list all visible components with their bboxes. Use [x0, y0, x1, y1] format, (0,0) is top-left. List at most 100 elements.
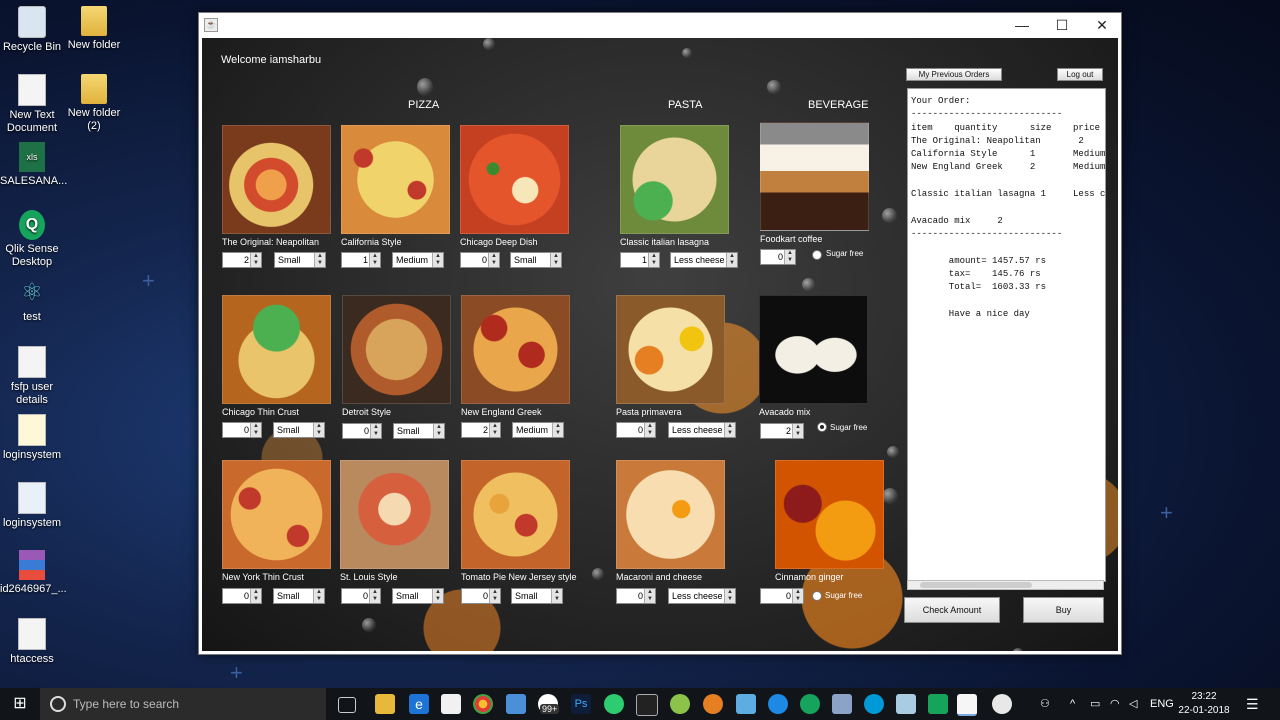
maximize-button[interactable]: ☐ [1042, 13, 1082, 37]
volume-icon[interactable]: ◁ [1129, 688, 1137, 720]
quantity-spinner[interactable]: 0 ▲ ▼ [760, 588, 804, 604]
desktop-icon-fsfp-user-details[interactable]: fsfp user details [0, 346, 64, 407]
desktop-icon-recycle-bin[interactable]: Recycle Bin [0, 6, 64, 54]
size-select[interactable]: Medium ▲ ▼ [392, 252, 444, 268]
order-summary-horizontal-scrollbar[interactable] [907, 580, 1104, 590]
spinner-arrows-icon[interactable]: ▲ ▼ [313, 423, 324, 437]
close-button[interactable]: ✕ [1082, 13, 1122, 37]
spinner-arrows-icon[interactable]: ▲ ▼ [369, 253, 380, 267]
spinner-arrows-icon[interactable]: ▲ ▼ [648, 253, 659, 267]
spinner-arrows-icon[interactable]: ▲ ▼ [250, 253, 261, 267]
spinner-arrows-icon[interactable]: ▲ ▼ [432, 589, 443, 603]
spinner-arrows-icon[interactable]: ▲ ▼ [488, 253, 499, 267]
desktop-icon-test[interactable]: ⚛ test [0, 278, 64, 324]
quantity-spinner[interactable]: 0 ▲ ▼ [341, 588, 381, 604]
buy-button[interactable]: Buy [1023, 597, 1104, 623]
spinner-arrows-icon[interactable]: ▲ ▼ [644, 589, 655, 603]
atom-editor-icon[interactable] [604, 694, 624, 714]
app-icon[interactable] [864, 694, 884, 714]
sugar-free-radio[interactable] [812, 250, 822, 260]
paint-icon[interactable] [992, 694, 1012, 714]
spinner-arrows-icon[interactable]: ▲ ▼ [369, 589, 380, 603]
order-summary-textarea[interactable]: Your Order: ----------------------------… [907, 88, 1106, 582]
virtualbox-icon[interactable] [506, 694, 526, 714]
spinner-arrows-icon[interactable]: ▲ ▼ [792, 589, 803, 603]
system-clock[interactable]: 23:22 22-01-2018 [1172, 690, 1236, 718]
quantity-spinner[interactable]: 0 ▲ ▼ [222, 422, 262, 438]
size-select[interactable]: Small ▲ ▼ [510, 252, 562, 268]
task-view-icon[interactable] [338, 697, 356, 713]
battery-icon[interactable]: ▭ [1090, 688, 1100, 720]
spinner-arrows-icon[interactable]: ▲ ▼ [784, 250, 795, 264]
logout-button[interactable]: Log out [1057, 68, 1103, 81]
minimize-button[interactable]: — [1002, 13, 1042, 37]
scrollbar-thumb[interactable] [920, 582, 1032, 588]
spinner-arrows-icon[interactable]: ▲ ▼ [370, 424, 381, 438]
edge-browser-icon[interactable]: e [409, 694, 429, 714]
size-select[interactable]: Medium ▲ ▼ [512, 422, 564, 438]
sync-icon[interactable] [768, 694, 788, 714]
spinner-arrows-icon[interactable]: ▲ ▼ [644, 423, 655, 437]
spinner-arrows-icon[interactable]: ▲ ▼ [250, 589, 261, 603]
desktop-icon-new-text-document[interactable]: New Text Document [0, 74, 64, 135]
app-window-icon[interactable] [832, 694, 852, 714]
desktop-icon-salesana[interactable]: xls SALESANA... [0, 142, 67, 188]
quantity-spinner[interactable]: 0 ▲ ▼ [760, 249, 796, 265]
chevron-up-icon[interactable]: ^ [1070, 688, 1075, 720]
app-icon[interactable] [896, 694, 916, 714]
sugar-free-radio[interactable] [812, 591, 822, 601]
desktop-icon-new-folder-2[interactable]: New folder (2) [62, 74, 126, 133]
spinner-arrows-icon[interactable]: ▲ ▼ [550, 253, 561, 267]
eclipse-icon[interactable] [703, 694, 723, 714]
size-select[interactable]: Small ▲ ▼ [392, 588, 444, 604]
cheese-option-select[interactable]: Less cheese ▲ ▼ [668, 588, 736, 604]
spinner-arrows-icon[interactable]: ▲ ▼ [313, 589, 324, 603]
spinner-arrows-icon[interactable]: ▲ ▼ [726, 253, 737, 267]
quantity-spinner[interactable]: 0 ▲ ▼ [461, 588, 501, 604]
quantity-spinner[interactable]: 0 ▲ ▼ [616, 588, 656, 604]
start-button[interactable]: ⊞ [0, 688, 40, 720]
taskbar-search-box[interactable]: Type here to search [40, 688, 326, 720]
quantity-spinner[interactable]: 2 ▲ ▼ [222, 252, 262, 268]
language-indicator[interactable]: ENG [1150, 688, 1174, 720]
command-prompt-icon[interactable] [636, 694, 658, 716]
quantity-spinner[interactable]: 1 ▲ ▼ [620, 252, 660, 268]
desktop-icon-id2646967[interactable]: id2646967_... [0, 550, 67, 596]
size-select[interactable]: Small ▲ ▼ [393, 423, 445, 439]
people-icon[interactable]: ⚇ [1040, 688, 1050, 720]
file-explorer-icon[interactable] [375, 694, 395, 714]
desktop-icon-new-folder[interactable]: New folder [62, 6, 126, 52]
quantity-spinner[interactable]: 0 ▲ ▼ [616, 422, 656, 438]
photos-icon[interactable] [736, 694, 756, 714]
check-amount-button[interactable]: Check Amount [904, 597, 1000, 623]
cheese-option-select[interactable]: Less cheese ▲ ▼ [670, 252, 738, 268]
size-select[interactable]: Small ▲ ▼ [273, 588, 325, 604]
spinner-arrows-icon[interactable]: ▲ ▼ [250, 423, 261, 437]
size-select[interactable]: Small ▲ ▼ [274, 252, 326, 268]
quantity-spinner[interactable]: 1 ▲ ▼ [341, 252, 381, 268]
spinner-arrows-icon[interactable]: ▲ ▼ [489, 589, 500, 603]
size-select[interactable]: Small ▲ ▼ [511, 588, 563, 604]
desktop-icon-qlik-sense[interactable]: Q Qlik Sense Desktop [0, 210, 64, 269]
quantity-spinner[interactable]: 0 ▲ ▼ [342, 423, 382, 439]
quantity-spinner[interactable]: 2 ▲ ▼ [760, 423, 804, 439]
my-previous-orders-button[interactable]: My Previous Orders [906, 68, 1002, 81]
sugar-free-radio[interactable] [817, 422, 827, 432]
spinner-arrows-icon[interactable]: ▲ ▼ [314, 253, 325, 267]
spinner-arrows-icon[interactable]: ▲ ▼ [724, 589, 735, 603]
spinner-arrows-icon[interactable]: ▲ ▼ [433, 424, 444, 438]
quantity-spinner[interactable]: 2 ▲ ▼ [461, 422, 501, 438]
window-titlebar[interactable]: ☕ — ☐ ✕ [199, 13, 1121, 37]
spinner-arrows-icon[interactable]: ▲ ▼ [551, 589, 562, 603]
desktop-icon-loginsystem-1[interactable]: loginsystem [0, 414, 64, 462]
notification-center-icon[interactable]: ☰ [1246, 688, 1259, 720]
qlik-taskbar-icon[interactable] [800, 694, 820, 714]
java-app-taskbar-icon[interactable] [957, 694, 977, 716]
photoshop-icon[interactable]: Ps [571, 694, 591, 714]
desktop-icon-loginsystem-2[interactable]: loginsystem [0, 482, 64, 530]
size-select[interactable]: Small ▲ ▼ [273, 422, 325, 438]
android-studio-icon[interactable] [670, 694, 690, 714]
spinner-arrows-icon[interactable]: ▲ ▼ [792, 424, 803, 438]
spinner-arrows-icon[interactable]: ▲ ▼ [432, 253, 443, 267]
spinner-arrows-icon[interactable]: ▲ ▼ [552, 423, 563, 437]
